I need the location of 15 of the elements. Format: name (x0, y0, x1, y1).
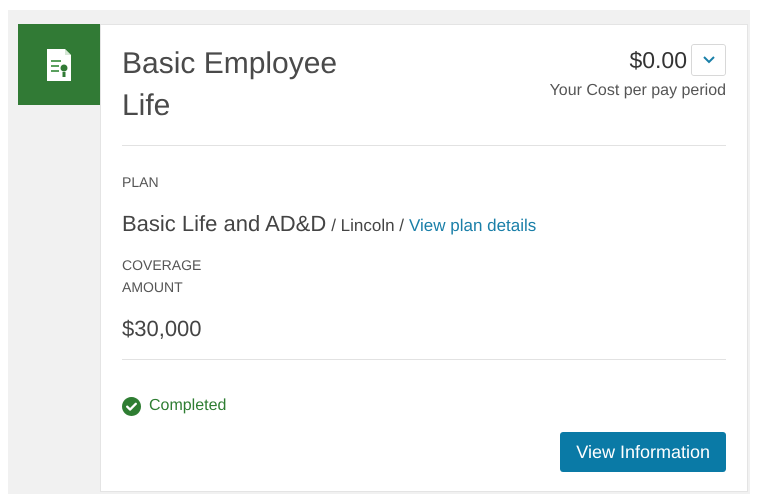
coverage-label: COVERAGE AMOUNT (122, 256, 202, 297)
chevron-icon (702, 56, 714, 64)
card-title: Basic Employee Life (122, 46, 338, 124)
cost-caption: Your Cost per pay period (550, 80, 726, 100)
coverage-amount: $30,000 (122, 312, 726, 360)
plan-name: Basic Life and AD&D (122, 210, 326, 238)
status-label: Completed (149, 396, 226, 416)
check-circle-icon (122, 396, 141, 416)
plan-details-link[interactable]: View plan details (409, 213, 536, 238)
plan-carrier: / Lincoln / (331, 215, 404, 237)
details-dropdown-button[interactable] (691, 44, 726, 76)
plan-label: PLAN (122, 173, 160, 192)
cost-amount: $0.00 (629, 46, 687, 75)
certificate-icon (45, 48, 73, 82)
view-information-button[interactable]: View Information (560, 432, 726, 472)
